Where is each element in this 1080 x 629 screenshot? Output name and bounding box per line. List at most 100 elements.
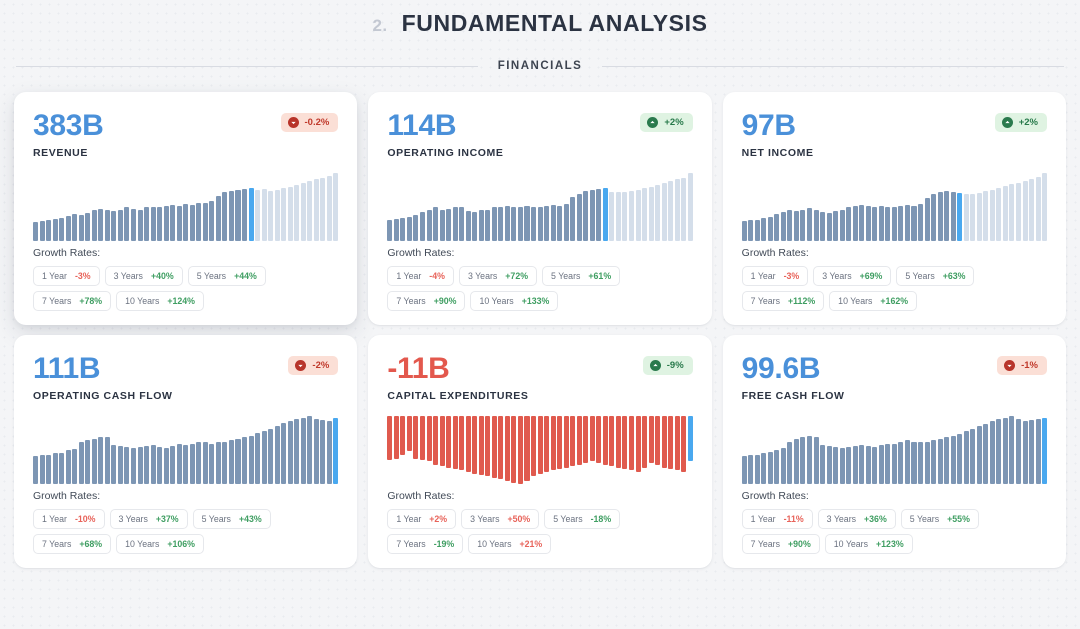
growth-rate-pill[interactable]: 7 Years +68%	[33, 534, 112, 554]
growth-rate-period: 5 Years	[551, 271, 581, 281]
growth-rate-period: 7 Years	[750, 539, 781, 549]
growth-rate-pills: 1 Year -4% 3 Years +72% 5 Years +61% 7 Years +9…	[387, 266, 692, 311]
growth-rate-pill[interactable]: 1 Year -3%	[741, 266, 809, 286]
chart-bar	[413, 214, 419, 241]
card-header: 114B OPERATING INCOME +2%	[387, 110, 693, 159]
growth-rate-pill[interactable]: 7 Years -19%	[387, 534, 464, 554]
chart-bar	[400, 415, 406, 455]
growth-rate-pill[interactable]: 10 Years +133%	[470, 291, 559, 311]
growth-rate-period: 5 Years	[909, 514, 940, 524]
chart-bar	[117, 446, 123, 484]
growth-rate-pill[interactable]: 3 Years +36%	[817, 509, 896, 529]
chart-bar	[196, 203, 202, 241]
section-label: FINANCIALS	[497, 60, 583, 72]
growth-rate-period: 1 Year	[750, 271, 776, 281]
growth-rate-pill[interactable]: 10 Years +162%	[829, 291, 918, 311]
chart-bar	[459, 207, 465, 241]
chart-bar	[937, 439, 943, 484]
chart-bar	[170, 446, 176, 484]
chart-bar	[65, 450, 71, 484]
chart-bar	[406, 415, 412, 452]
chart-bar	[517, 415, 523, 484]
chart-bar	[130, 447, 136, 484]
metric-card[interactable]: 97B NET INCOME +2% Growth Rates: 1 Year -3% 3 …	[722, 92, 1066, 325]
growth-rate-pill[interactable]: 10 Years +123%	[824, 534, 913, 554]
growth-rate-pill[interactable]: 10 Years +124%	[116, 291, 204, 311]
chart-bar	[681, 177, 687, 241]
section-divider: FINANCIALS	[0, 46, 1080, 86]
growth-rate-pill[interactable]: 3 Years +37%	[109, 509, 188, 529]
status-badge: -0.2%	[280, 113, 339, 132]
chart-bar	[761, 453, 767, 484]
metric-label: CAPITAL EXPENDITURES	[387, 389, 529, 402]
chart-bar	[235, 439, 241, 484]
chart-bar	[1002, 186, 1008, 241]
growth-rate-pill[interactable]: 3 Years +69%	[813, 266, 892, 286]
metric-identity: -11B CAPITAL EXPENDITURES	[387, 353, 528, 402]
growth-rate-value: +63%	[942, 271, 966, 281]
growth-rate-pill[interactable]: 1 Year +2%	[387, 509, 457, 529]
growth-rate-pill[interactable]: 5 Years +43%	[192, 509, 271, 529]
chart-bar	[918, 204, 924, 241]
chart-bar	[806, 436, 812, 484]
metric-card[interactable]: 111B OPERATING CASH FLOW -2% Growth Rates: 1…	[14, 335, 358, 568]
chart-bar	[550, 415, 556, 471]
growth-rate-value: -3%	[74, 271, 91, 281]
growth-rate-pill[interactable]: 7 Years +78%	[33, 291, 112, 311]
sparkline-chart	[741, 415, 1048, 487]
growth-rate-pill[interactable]: 10 Years +21%	[468, 534, 552, 554]
chart-bar	[668, 181, 674, 241]
growth-rate-period: 1 Year	[396, 514, 422, 524]
metric-card[interactable]: -11B CAPITAL EXPENDITURES -9% Growth Rates:…	[368, 335, 712, 568]
chart-bar	[459, 415, 465, 471]
status-badge: +2%	[994, 113, 1047, 132]
circle-arrow-up-icon	[1001, 117, 1013, 128]
chart-bar	[544, 415, 550, 473]
growth-rate-pill[interactable]: 1 Year -3%	[33, 266, 100, 286]
growth-rate-pill[interactable]: 1 Year -11%	[741, 509, 813, 529]
growth-rate-pill[interactable]: 7 Years +112%	[741, 291, 825, 311]
chart-bar	[642, 188, 648, 241]
growth-rate-pill[interactable]: 1 Year -4%	[387, 266, 454, 286]
chart-bar	[983, 423, 989, 484]
chart-bar	[504, 415, 510, 482]
growth-rate-value: +50%	[507, 514, 531, 524]
metric-card[interactable]: 99.6B FREE CASH FLOW -1% Growth Rates: 1 Yea…	[722, 335, 1066, 568]
growth-rate-pill[interactable]: 7 Years +90%	[741, 534, 820, 554]
chart-bar	[891, 444, 897, 484]
metric-card[interactable]: 114B OPERATING INCOME +2% Growth Rates: 1 Ye…	[368, 92, 712, 325]
chart-bar	[439, 209, 445, 241]
chart-bar	[287, 186, 293, 241]
metric-card[interactable]: 383B REVENUE -0.2% Growth Rates: 1 Year -3% 3 …	[14, 92, 358, 325]
chart-bar	[52, 219, 58, 241]
status-badge: -9%	[642, 356, 693, 375]
chart-bar	[413, 415, 419, 459]
chart-bar	[72, 213, 78, 241]
growth-rate-pills: 1 Year -3% 3 Years +40% 5 Years +44% 7 Years +7…	[33, 266, 338, 311]
growth-rate-pill[interactable]: 3 Years +40%	[104, 266, 183, 286]
chart-bar	[46, 219, 52, 241]
growth-rate-pill[interactable]: 5 Years -18%	[544, 509, 621, 529]
metric-value: 99.6B	[741, 352, 821, 385]
chart-bar	[687, 415, 693, 462]
chart-bar	[104, 209, 110, 241]
growth-rate-pill[interactable]: 5 Years +44%	[187, 266, 266, 286]
growth-rate-period: 1 Year	[750, 514, 776, 524]
growth-rates-title: Growth Rates:	[33, 247, 101, 259]
growth-rate-pill[interactable]: 5 Years +55%	[900, 509, 979, 529]
chart-bar	[176, 444, 182, 484]
growth-rate-pill[interactable]: 5 Years +63%	[896, 266, 975, 286]
chart-bar	[222, 192, 228, 241]
growth-rate-value: +55%	[947, 514, 970, 524]
metric-identity: 383B REVENUE	[33, 110, 104, 159]
growth-rate-pill[interactable]: 3 Years +72%	[458, 266, 538, 286]
growth-rate-value: +43%	[238, 514, 262, 524]
growth-rate-value: +123%	[876, 539, 904, 549]
growth-rate-pill[interactable]: 5 Years +61%	[542, 266, 621, 286]
chart-bar	[583, 191, 589, 241]
chart-bar	[472, 415, 478, 474]
growth-rate-pill[interactable]: 3 Years +50%	[461, 509, 540, 529]
growth-rate-pill[interactable]: 1 Year -10%	[33, 509, 105, 529]
growth-rate-pill[interactable]: 10 Years +106%	[116, 534, 204, 554]
growth-rate-pill[interactable]: 7 Years +90%	[387, 291, 466, 311]
